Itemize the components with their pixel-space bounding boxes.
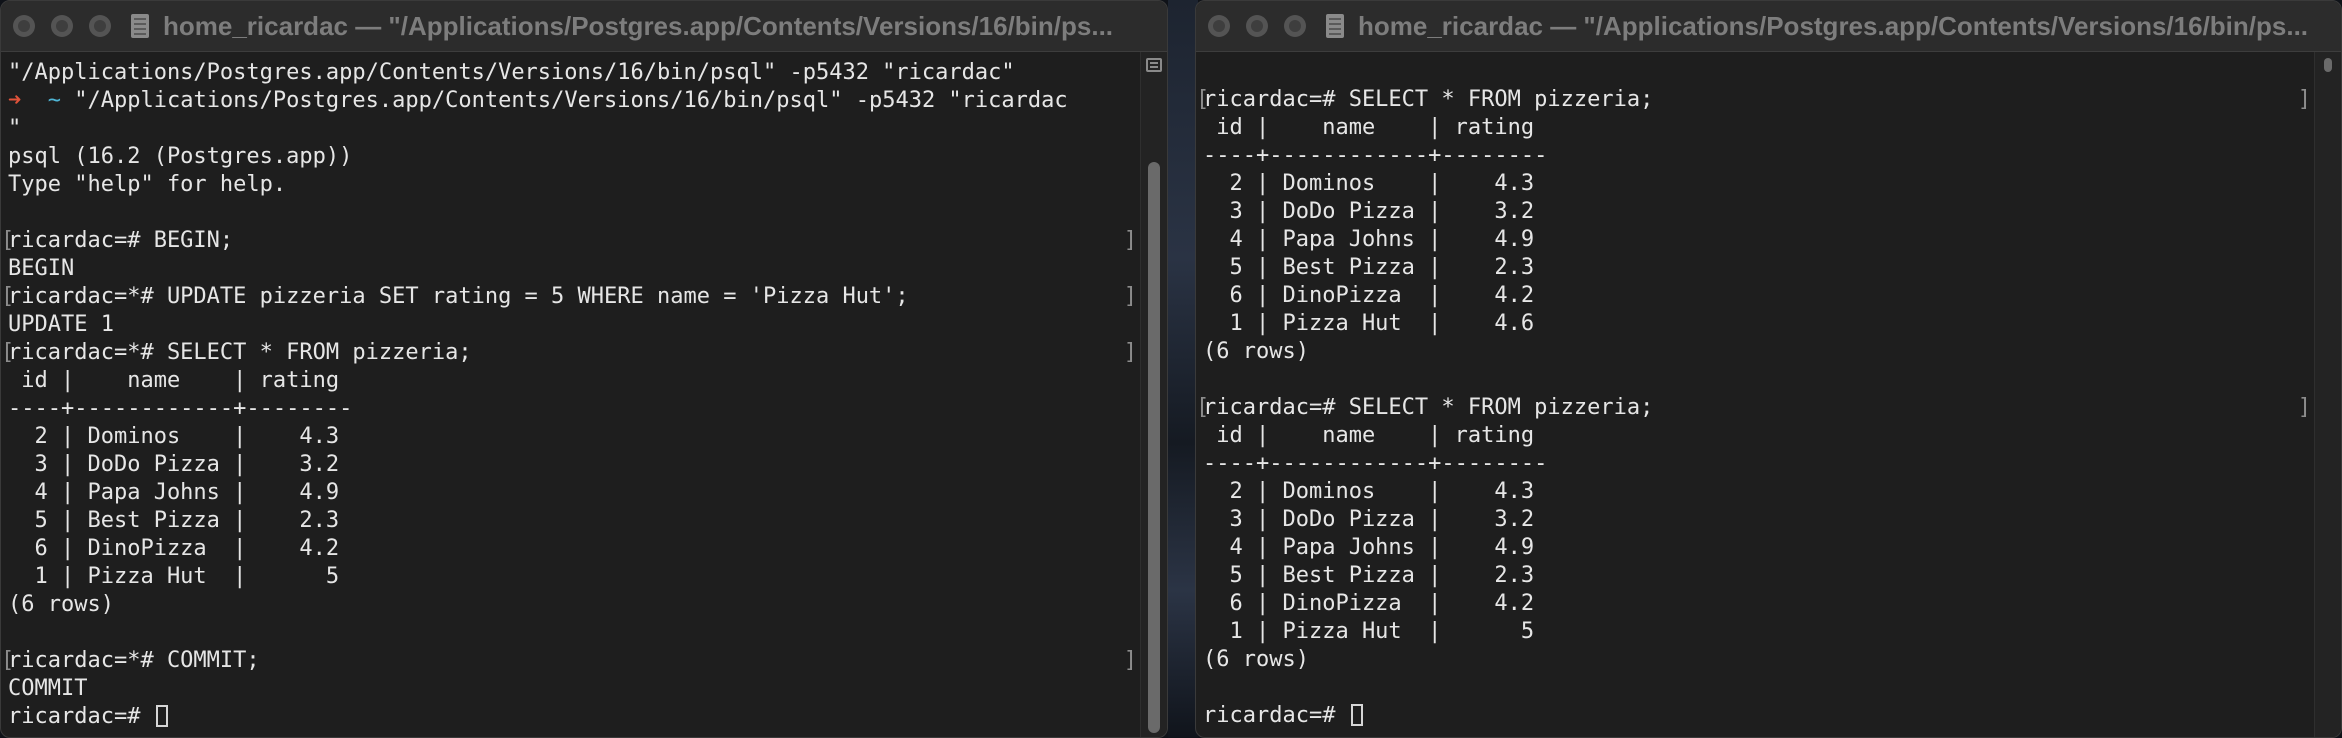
window-titlebar[interactable]: home_ricardac — "/Applications/Postgres.… bbox=[1, 1, 1167, 52]
prompt-text: ricardac=# bbox=[8, 704, 154, 729]
terminal-line: BEGIN bbox=[8, 256, 75, 281]
minimize-icon[interactable] bbox=[1246, 15, 1268, 37]
mark-bracket-icon: [ bbox=[1, 340, 15, 365]
window-title: home_ricardac — "/Applications/Postgres.… bbox=[1358, 10, 2309, 41]
mark-bracket-icon: [ bbox=[1, 648, 15, 673]
terminal-line-command: [ricardac=# SELECT * FROM pizzeria;] bbox=[1196, 86, 2315, 114]
terminal-line-command: [ricardac=# BEGIN;] bbox=[1, 227, 1141, 255]
document-icon bbox=[1322, 13, 1348, 39]
terminal-line-command: [ricardac=*# UPDATE pizzeria SET rating … bbox=[1, 283, 1141, 311]
table-divider: ----+------------+-------- bbox=[1203, 143, 1548, 168]
terminal-input-line[interactable]: ricardac=# bbox=[1203, 702, 2315, 730]
terminal-line: psql (16.2 (Postgres.app)) bbox=[8, 144, 353, 169]
table-row: 3 | DoDo Pizza | 3.2 bbox=[8, 452, 340, 477]
prompt-text: ricardac=# bbox=[1203, 703, 1349, 728]
table-row: 2 | Dominos | 4.3 bbox=[8, 424, 340, 449]
mark-bracket-icon: ] bbox=[1123, 340, 1137, 365]
row-count: (6 rows) bbox=[1203, 647, 1309, 672]
scrollbar-thumb[interactable] bbox=[2324, 58, 2332, 72]
mark-bracket-icon: ] bbox=[1123, 648, 1137, 673]
terminal-line-command: [ricardac=*# SELECT * FROM pizzeria;] bbox=[1, 339, 1141, 367]
mark-bracket-icon: ] bbox=[2297, 395, 2311, 420]
text-cursor-icon bbox=[1350, 704, 1363, 726]
terminal-line-prompt: ➜ ~ "/Applications/Postgres.app/Contents… bbox=[8, 87, 1141, 115]
close-icon[interactable] bbox=[13, 15, 35, 37]
terminal-input-line[interactable]: ricardac=# bbox=[8, 703, 1141, 731]
terminal-line-text: ricardac=*# UPDATE pizzeria SET rating =… bbox=[8, 284, 909, 309]
zoom-icon[interactable] bbox=[1284, 15, 1306, 37]
scrollbar[interactable] bbox=[1140, 52, 1167, 737]
home-dir-indicator: ~ bbox=[47, 88, 61, 113]
window-titlebar[interactable]: home_ricardac — "/Applications/Postgres.… bbox=[1196, 1, 2341, 52]
table-row: 2 | Dominos | 4.3 bbox=[1203, 479, 1535, 504]
mark-bracket-icon: [ bbox=[1196, 395, 1210, 420]
table-divider: ----+------------+-------- bbox=[8, 396, 353, 421]
window-controls bbox=[13, 15, 127, 37]
table-row: 6 | DinoPizza | 4.2 bbox=[1203, 591, 1535, 616]
scrollbar-thumb[interactable] bbox=[1148, 162, 1160, 733]
text-cursor-icon bbox=[155, 705, 168, 727]
table-header: id | name | rating bbox=[1203, 423, 1535, 448]
mark-bracket-icon: [ bbox=[1, 228, 15, 253]
terminal-window-right[interactable]: home_ricardac — "/Applications/Postgres.… bbox=[1195, 0, 2342, 738]
document-icon bbox=[127, 13, 153, 39]
terminal-line-text: ricardac=*# SELECT * FROM pizzeria; bbox=[8, 340, 472, 365]
table-row: 3 | DoDo Pizza | 3.2 bbox=[1203, 507, 1535, 532]
scrollbar[interactable] bbox=[2314, 52, 2341, 737]
terminal-line: " bbox=[8, 116, 22, 141]
table-row: 4 | Papa Johns | 4.9 bbox=[8, 480, 340, 505]
table-header: id | name | rating bbox=[8, 368, 340, 393]
close-icon[interactable] bbox=[1208, 15, 1230, 37]
prompt-arrow-icon: ➜ bbox=[8, 88, 22, 113]
zoom-icon[interactable] bbox=[89, 15, 111, 37]
table-row: 1 | Pizza Hut | 5 bbox=[8, 564, 340, 589]
terminal-line-command: [ricardac=*# COMMIT;] bbox=[1, 647, 1141, 675]
desktop-wallpaper bbox=[1168, 0, 1198, 738]
table-header: id | name | rating bbox=[1203, 115, 1535, 140]
table-row: 4 | Papa Johns | 4.9 bbox=[1203, 535, 1535, 560]
table-divider: ----+------------+-------- bbox=[1203, 451, 1548, 476]
mark-bracket-icon: ] bbox=[1123, 228, 1137, 253]
table-row: 6 | DinoPizza | 4.2 bbox=[8, 536, 340, 561]
window-controls bbox=[1208, 15, 1322, 37]
terminal-line: UPDATE 1 bbox=[8, 312, 114, 337]
table-row: 4 | Papa Johns | 4.9 bbox=[1203, 227, 1535, 252]
table-row: 1 | Pizza Hut | 5 bbox=[1203, 619, 1535, 644]
mark-bracket-icon: ] bbox=[2297, 87, 2311, 112]
row-count: (6 rows) bbox=[1203, 339, 1309, 364]
terminal-line: COMMIT bbox=[8, 676, 88, 701]
table-row: 1 | Pizza Hut | 4.6 bbox=[1203, 311, 1535, 336]
terminal-line-text: ricardac=*# COMMIT; bbox=[8, 648, 260, 673]
terminal-output[interactable]: [ricardac=# SELECT * FROM pizzeria;] id … bbox=[1196, 52, 2315, 737]
terminal-output[interactable]: "/Applications/Postgres.app/Contents/Ver… bbox=[1, 52, 1141, 737]
terminal-line-text: ricardac=# SELECT * FROM pizzeria; bbox=[1203, 87, 1654, 112]
minimize-icon[interactable] bbox=[51, 15, 73, 37]
terminal-line-command: [ricardac=# SELECT * FROM pizzeria;] bbox=[1196, 394, 2315, 422]
mark-bracket-icon: ] bbox=[1123, 284, 1137, 309]
mark-bracket-icon: [ bbox=[1, 284, 15, 309]
terminal-line: Type "help" for help. bbox=[8, 172, 287, 197]
table-row: 6 | DinoPizza | 4.2 bbox=[1203, 283, 1535, 308]
row-count: (6 rows) bbox=[8, 592, 114, 617]
terminal-line-text: "/Applications/Postgres.app/Contents/Ver… bbox=[74, 88, 1068, 113]
marks-list-icon[interactable] bbox=[1146, 58, 1162, 72]
terminal-window-left[interactable]: home_ricardac — "/Applications/Postgres.… bbox=[0, 0, 1168, 738]
table-row: 3 | DoDo Pizza | 3.2 bbox=[1203, 199, 1535, 224]
table-row: 5 | Best Pizza | 2.3 bbox=[1203, 563, 1535, 588]
mark-bracket-icon: [ bbox=[1196, 87, 1210, 112]
window-title: home_ricardac — "/Applications/Postgres.… bbox=[163, 10, 1114, 41]
terminal-line-text: ricardac=# BEGIN; bbox=[8, 228, 234, 253]
table-row: 2 | Dominos | 4.3 bbox=[1203, 171, 1535, 196]
terminal-line: "/Applications/Postgres.app/Contents/Ver… bbox=[8, 60, 1015, 85]
terminal-line-text: ricardac=# SELECT * FROM pizzeria; bbox=[1203, 395, 1654, 420]
table-row: 5 | Best Pizza | 2.3 bbox=[8, 508, 340, 533]
table-row: 5 | Best Pizza | 2.3 bbox=[1203, 255, 1535, 280]
